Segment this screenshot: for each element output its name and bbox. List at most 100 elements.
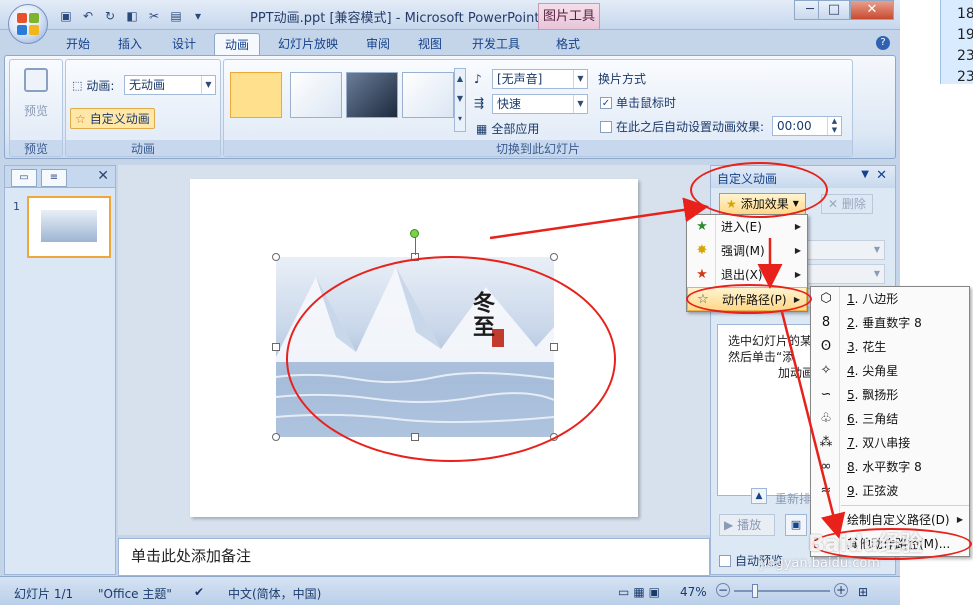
auto-advance-checkbox[interactable]: [600, 120, 612, 133]
fit-slide-icon[interactable]: ⊞: [858, 585, 868, 599]
slide-editing-area: 冬至: [118, 165, 710, 535]
sound-dropdown[interactable]: [无声音] ▼: [492, 69, 588, 89]
tab-animations[interactable]: 动画: [214, 33, 261, 56]
star-icon: ★: [726, 197, 737, 211]
rotate-handle[interactable]: [410, 229, 419, 238]
path-item-vertical-eight[interactable]: 8 2. 垂直数字 8: [811, 311, 969, 335]
resize-handle-se[interactable]: [550, 433, 558, 441]
zoom-slider-track[interactable]: [734, 590, 830, 592]
effect-property-dropdown[interactable]: ▼: [807, 264, 885, 284]
desktop-number: 23: [957, 48, 973, 64]
transition-thumb-push[interactable]: [402, 72, 454, 118]
tab-developer[interactable]: 开发工具: [462, 33, 530, 56]
transition-thumb-fade[interactable]: [290, 72, 342, 118]
slide-title-text: 冬至: [469, 291, 495, 339]
maximize-button[interactable]: □: [818, 0, 850, 20]
path-item-double-eight[interactable]: ⁂ 7. 双八串接: [811, 431, 969, 455]
auto-advance-time[interactable]: 00:00 ▲ ▼: [772, 116, 842, 136]
tab-design[interactable]: 设计: [162, 33, 206, 56]
on-click-option[interactable]: ✓ 单击鼠标时: [600, 94, 676, 111]
notes-pane[interactable]: 单击此处添加备注: [118, 538, 710, 576]
close-button[interactable]: ✕: [850, 0, 894, 20]
path-item-octagon[interactable]: ⬡ 1. 八边形: [811, 287, 969, 311]
menu-item-motion-path[interactable]: ☆ 动作路径(P) ▶: [687, 287, 807, 311]
tab-slide-show[interactable]: 幻灯片放映: [268, 33, 348, 56]
preview-group: 预览 预览: [9, 59, 63, 157]
chevron-down-icon: ▼: [792, 199, 799, 208]
paste-icon[interactable]: ▤: [168, 8, 184, 24]
resize-handle-s[interactable]: [411, 433, 419, 441]
path-item-pointed-star[interactable]: ✧ 4. 尖角星: [811, 359, 969, 383]
resize-handle-ne[interactable]: [550, 253, 558, 261]
close-icon[interactable]: ✕: [876, 168, 887, 183]
resize-handle-nw[interactable]: [272, 253, 280, 261]
cut-icon[interactable]: ✂: [146, 8, 162, 24]
spin-icon[interactable]: ▲ ▼: [827, 117, 841, 135]
help-icon[interactable]: ?: [876, 36, 890, 50]
menu-item-exit[interactable]: ★ 退出(X) ▶: [687, 263, 807, 287]
redo-icon[interactable]: ↻: [102, 8, 118, 24]
chevron-down-icon: ▼: [873, 269, 881, 278]
close-icon[interactable]: ✕: [97, 168, 109, 184]
tab-format[interactable]: 格式: [546, 33, 590, 56]
menu-item-emphasis[interactable]: ✸ 强调(M) ▶: [687, 239, 807, 263]
custom-animation-icon: ☆: [75, 111, 86, 126]
winter-solstice-picture[interactable]: 冬至: [276, 257, 554, 437]
on-click-label: 单击鼠标时: [616, 96, 677, 110]
path-item-triangle-knot[interactable]: ♧ 6. 三角结: [811, 407, 969, 431]
undo-icon[interactable]: ↶: [80, 8, 96, 24]
transition-thumb-none[interactable]: [230, 72, 282, 118]
path-item-horizontal-eight[interactable]: ∞ 8. 水平数字 8: [811, 455, 969, 479]
apply-all-button[interactable]: ▦ 全部应用: [476, 120, 539, 137]
zoom-in-icon[interactable]: +: [834, 583, 848, 597]
tab-review[interactable]: 审阅: [356, 33, 400, 56]
on-click-checkbox[interactable]: ✓: [600, 96, 612, 109]
tab-home[interactable]: 开始: [56, 33, 100, 56]
add-effect-button[interactable]: ★ 添加效果 ▼: [719, 193, 806, 215]
resize-handle-sw[interactable]: [272, 433, 280, 441]
animation-dropdown[interactable]: 无动画 ▼: [124, 75, 216, 95]
path-item-number: 9: [847, 484, 855, 498]
speed-dropdown[interactable]: 快速 ▼: [492, 94, 588, 114]
transition-thumb-dark[interactable]: [346, 72, 398, 118]
path-item-number: 1: [847, 292, 855, 306]
move-up-icon[interactable]: ▲: [751, 488, 767, 504]
slide-canvas[interactable]: 冬至: [190, 179, 638, 517]
spell-check-icon[interactable]: ✔: [194, 585, 204, 599]
office-button[interactable]: [8, 4, 48, 44]
effect-start-dropdown[interactable]: ▼: [807, 240, 885, 260]
outline-tab[interactable]: ≡: [41, 169, 67, 187]
preview-button[interactable]: 预览: [24, 102, 48, 119]
menu-item-entrance[interactable]: ★ 进入(E) ▶: [687, 215, 807, 239]
path-item-sine-wave[interactable]: ≈ 9. 正弦波: [811, 479, 969, 503]
play-label: 播放: [737, 518, 762, 532]
remove-effect-button[interactable]: ✕ 删除: [821, 194, 873, 214]
resize-handle-w[interactable]: [272, 343, 280, 351]
view-buttons[interactable]: ▭▦▣: [618, 585, 664, 599]
slides-pane-tabs: ▭ ≡ ✕: [5, 166, 115, 188]
language-indicator[interactable]: 中文(简体，中国): [228, 585, 321, 602]
tab-insert[interactable]: 插入: [108, 33, 152, 56]
pane-options-icon[interactable]: ▼: [861, 169, 869, 180]
slide-show-icon[interactable]: ▣: [785, 514, 807, 536]
zoom-level[interactable]: 47%: [680, 585, 707, 599]
resize-handle-e[interactable]: [550, 343, 558, 351]
tab-view[interactable]: 视图: [408, 33, 452, 56]
customize-qat-icon[interactable]: ▾: [190, 8, 206, 24]
slide-thumbnail[interactable]: [27, 196, 111, 258]
path-item-peanut[interactable]: ʘ 3. 花生: [811, 335, 969, 359]
transition-gallery-scroll[interactable]: ▲ ▼ ▾: [454, 68, 466, 132]
custom-animation-button[interactable]: ☆ 自定义动画: [70, 108, 155, 129]
slides-tab[interactable]: ▭: [11, 169, 37, 187]
auto-advance-option[interactable]: 在此之后自动设置动画效果:: [600, 118, 764, 135]
zoom-slider-thumb[interactable]: [752, 584, 758, 598]
auto-preview-checkbox[interactable]: [719, 554, 731, 567]
animation-icon: ⬚: [72, 79, 83, 92]
motion-path-menu: ⬡ 1. 八边形 8 2. 垂直数字 8 ʘ 3. 花生 ✧ 4. 尖角星 ∽ …: [810, 286, 970, 557]
print-preview-icon[interactable]: ◧: [124, 8, 140, 24]
play-button[interactable]: ▶ 播放: [719, 514, 775, 536]
save-icon[interactable]: ▣: [58, 8, 74, 24]
path-item-wave-flag[interactable]: ∽ 5. 飘扬形: [811, 383, 969, 407]
zoom-out-icon[interactable]: −: [716, 583, 730, 597]
ribbon: 预览 预览 ⬚ 动画: 无动画 ▼ ☆ 自定义动画 动画 ▲ ▼ ▾ ♪ [无声…: [4, 55, 896, 159]
